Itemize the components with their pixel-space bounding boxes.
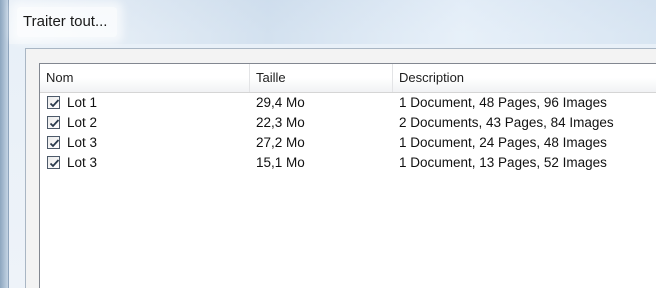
batch-list[interactable]: Nom Taille Description Lot 1 29,4 Mo 1 D…	[39, 63, 656, 288]
column-header-description[interactable]: Description	[393, 64, 656, 92]
column-header-name[interactable]: Nom	[40, 64, 250, 92]
row-size: 27,2 Mo	[256, 135, 305, 150]
list-row[interactable]: Lot 2 22,3 Mo 2 Documents, 43 Pages, 84 …	[40, 113, 656, 133]
checkmark-icon	[49, 159, 60, 168]
list-row[interactable]: Lot 3 15,1 Mo 1 Document, 13 Pages, 52 I…	[40, 153, 656, 173]
row-name: Lot 2	[67, 115, 98, 130]
column-header-size[interactable]: Taille	[250, 64, 393, 92]
checkmark-icon	[49, 99, 60, 108]
row-name: Lot 3	[67, 155, 98, 170]
row-description: 1 Document, 48 Pages, 96 Images	[399, 95, 607, 110]
list-row[interactable]: Lot 1 29,4 Mo 1 Document, 48 Pages, 96 I…	[40, 93, 656, 113]
row-checkbox[interactable]	[47, 116, 60, 129]
list-rows: Lot 1 29,4 Mo 1 Document, 48 Pages, 96 I…	[40, 93, 656, 173]
dialog-window: Traiter tout... Nom Taille Description L…	[8, 0, 656, 288]
row-description: 1 Document, 13 Pages, 52 Images	[399, 155, 607, 170]
dialog-content-panel: Nom Taille Description Lot 1 29,4 Mo 1 D…	[25, 48, 656, 288]
row-checkbox[interactable]	[47, 96, 60, 109]
checkmark-icon	[49, 139, 60, 148]
list-header: Nom Taille Description	[40, 64, 656, 93]
list-row[interactable]: Lot 3 27,2 Mo 1 Document, 24 Pages, 48 I…	[40, 133, 656, 153]
row-description: 1 Document, 24 Pages, 48 Images	[399, 135, 607, 150]
row-size: 22,3 Mo	[256, 115, 305, 130]
row-name: Lot 1	[67, 95, 98, 110]
row-checkbox[interactable]	[47, 136, 60, 149]
checkmark-icon	[49, 119, 60, 128]
row-name: Lot 3	[67, 135, 98, 150]
row-size: 29,4 Mo	[256, 95, 305, 110]
row-checkbox[interactable]	[47, 156, 60, 169]
row-description: 2 Documents, 43 Pages, 84 Images	[399, 115, 614, 130]
row-size: 15,1 Mo	[256, 155, 305, 170]
window-frame-left	[0, 0, 8, 288]
window-title: Traiter tout...	[17, 7, 118, 37]
